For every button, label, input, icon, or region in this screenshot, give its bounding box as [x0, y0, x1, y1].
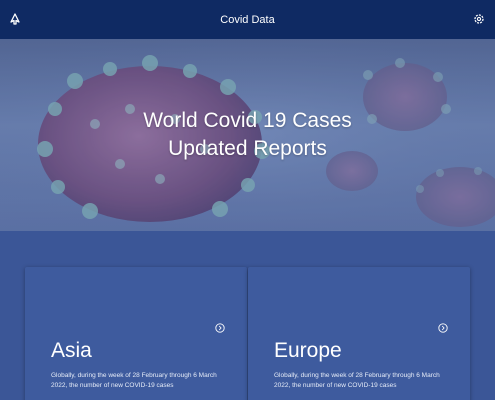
navigation-icon[interactable]	[6, 10, 24, 28]
region-title: Europe	[274, 339, 342, 362]
chevron-right-circle-icon[interactable]	[215, 323, 225, 333]
hero-headline: World Covid 19 Cases Updated Reports	[0, 107, 495, 163]
chevron-right-circle-icon[interactable]	[438, 323, 448, 333]
hero-headline-line2: Updated Reports	[168, 137, 327, 160]
hero-headline-line1: World Covid 19 Cases	[143, 109, 352, 132]
app-title: Covid Data	[220, 13, 275, 26]
region-cards-section: Asia Globally, during the week of 28 Feb…	[0, 231, 495, 400]
top-app-bar: Covid Data	[0, 0, 495, 39]
region-card-europe[interactable]: Europe Globally, during the week of 28 F…	[248, 267, 470, 400]
region-card-asia[interactable]: Asia Globally, during the week of 28 Feb…	[25, 267, 247, 400]
region-description: Globally, during the week of 28 February…	[51, 372, 217, 389]
region-description: Globally, during the week of 28 February…	[274, 372, 440, 389]
region-title: Asia	[51, 339, 92, 362]
gear-icon[interactable]	[470, 10, 488, 28]
hero-banner: World Covid 19 Cases Updated Reports	[0, 39, 495, 231]
